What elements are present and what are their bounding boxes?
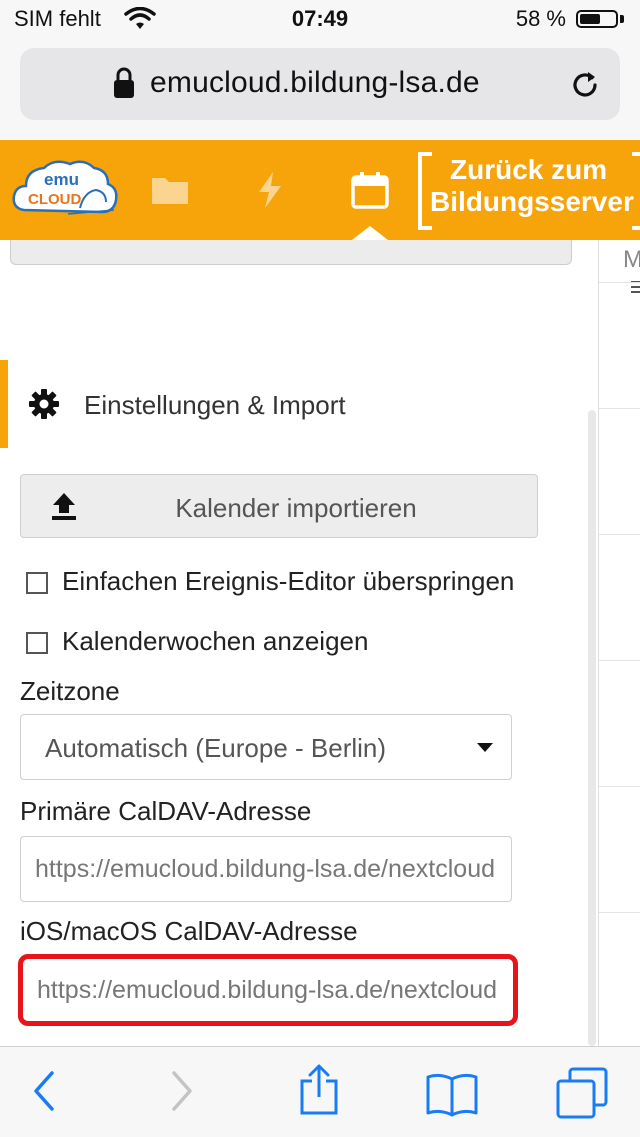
chevron-down-icon bbox=[477, 743, 493, 752]
active-section-accent bbox=[0, 360, 8, 448]
show-week-numbers-label[interactable]: Kalenderwochen anzeigen bbox=[62, 626, 368, 657]
primary-caldav-field[interactable] bbox=[20, 836, 512, 902]
active-nav-indicator bbox=[352, 226, 388, 240]
timezone-label: Zeitzone bbox=[20, 676, 120, 706]
app-header: emu CLOUD Zurück zum Bildungsserver bbox=[0, 140, 640, 240]
emucloud-logo[interactable]: emu CLOUD bbox=[10, 152, 120, 228]
svg-text:emu: emu bbox=[44, 170, 79, 189]
ios-caldav-field[interactable] bbox=[18, 954, 518, 1026]
skip-simple-editor-checkbox[interactable] bbox=[26, 572, 48, 594]
timezone-select[interactable]: Automatisch (Europe - Berlin) bbox=[20, 714, 512, 780]
address-bar[interactable]: emucloud.bildung-lsa.de bbox=[20, 48, 620, 120]
calendar-settings-panel: M Einstellungen & Import Kalender import… bbox=[0, 240, 640, 1046]
import-button-label: Kalender importieren bbox=[175, 493, 417, 523]
back-link-line1: Zurück zum bbox=[450, 154, 608, 185]
browser-toolbar bbox=[0, 1046, 640, 1137]
svg-text:CLOUD: CLOUD bbox=[28, 191, 81, 208]
timezone-value: Automatisch (Europe - Berlin) bbox=[45, 733, 387, 763]
calendar-icon[interactable] bbox=[350, 170, 390, 210]
status-bar: SIM fehlt 07:49 58 % bbox=[0, 0, 640, 40]
calendar-view-partial-label: M bbox=[623, 246, 640, 273]
calendar-view-edge: M bbox=[598, 240, 640, 1046]
row-divider bbox=[599, 534, 640, 535]
settings-section-header[interactable]: Einstellungen & Import bbox=[0, 360, 580, 448]
skip-simple-editor-label[interactable]: Einfachen Ereignis-Editor überspringen bbox=[62, 566, 514, 597]
collapsed-section-stub bbox=[10, 240, 572, 265]
primary-caldav-input[interactable] bbox=[21, 837, 511, 901]
row-divider bbox=[599, 408, 640, 409]
settings-title: Einstellungen & Import bbox=[84, 390, 346, 420]
row-divider bbox=[599, 660, 640, 661]
url-text[interactable]: emucloud.bildung-lsa.de bbox=[150, 66, 480, 100]
row-divider bbox=[599, 786, 640, 787]
battery-percent: 58 % bbox=[515, 6, 566, 31]
lightning-icon[interactable] bbox=[250, 170, 290, 210]
row-divider bbox=[599, 912, 640, 913]
reload-icon[interactable] bbox=[568, 68, 602, 102]
battery-icon bbox=[576, 10, 618, 28]
forward-icon[interactable] bbox=[170, 1069, 196, 1113]
back-to-bildungsserver-link[interactable]: Zurück zum Bildungsserver bbox=[418, 148, 640, 230]
share-icon[interactable] bbox=[298, 1063, 340, 1117]
show-week-numbers-checkbox[interactable] bbox=[26, 632, 48, 654]
bracket-right bbox=[632, 152, 640, 230]
row-divider bbox=[599, 282, 640, 283]
primary-caldav-label: Primäre CalDAV-Adresse bbox=[20, 796, 312, 826]
ios-caldav-input[interactable] bbox=[23, 959, 513, 1021]
tabs-icon[interactable] bbox=[556, 1067, 608, 1119]
battery-cap bbox=[620, 15, 624, 23]
ios-caldav-label: iOS/macOS CalDAV-Adresse bbox=[20, 916, 358, 946]
back-icon[interactable] bbox=[30, 1069, 56, 1113]
bookmarks-icon[interactable] bbox=[424, 1071, 480, 1117]
gear-icon bbox=[29, 389, 59, 419]
scrollbar[interactable] bbox=[588, 410, 596, 1046]
lock-icon bbox=[114, 67, 134, 98]
back-link-line2: Bildungsserver bbox=[430, 186, 634, 217]
import-calendar-button[interactable]: Kalender importieren bbox=[20, 474, 538, 538]
folder-icon[interactable] bbox=[150, 170, 190, 210]
